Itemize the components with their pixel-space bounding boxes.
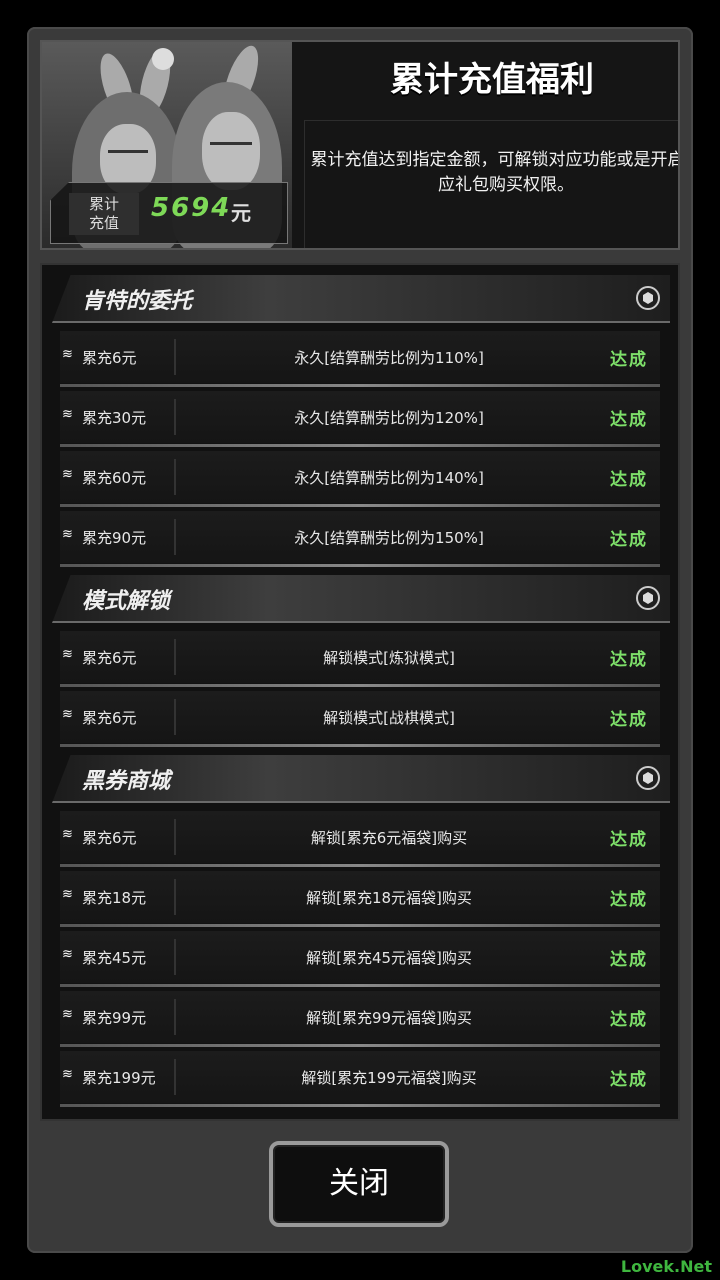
row-description: 永久[结算酬劳比例为140%] [294, 469, 484, 487]
watermark: Lovek.Net [620, 1257, 712, 1276]
section-title: 模式解锁 [82, 589, 171, 614]
row-status: 达成 [610, 1010, 648, 1030]
layers-icon: ≋ [62, 1007, 73, 1022]
row-description: 解锁[累充45元福袋]购买 [306, 949, 472, 967]
section-title: 肯特的委托 [82, 289, 193, 314]
row-amount: 累充6元 [82, 829, 137, 847]
rewards-list[interactable]: 肯特的委托 ≋ 累充6元 永久[结算酬劳比例为110%] 达成 ≋ 累充30元 永久[结算… [40, 263, 680, 1121]
list-item: ≋ 累充45元 解锁[累充45元福袋]购买 达成 [60, 931, 660, 987]
header-banner: 累计 充值 5694 元 累计充值福利 累计充值达到指定金额，可解锁对应功能或是… [40, 40, 680, 250]
total-label-line1: 累计 [88, 195, 119, 213]
row-amount: 累充199元 [82, 1069, 156, 1087]
layers-icon: ≋ [62, 707, 73, 722]
row-description: 永久[结算酬劳比例为110%] [294, 349, 484, 367]
list-item: ≋ 累充99元 解锁[累充99元福袋]购买 达成 [60, 991, 660, 1047]
section-header-black-voucher-shop: 黑券商城 [52, 755, 670, 803]
row-status: 达成 [610, 950, 648, 970]
list-item: ≋ 累充6元 解锁模式[战棋模式] 达成 [60, 691, 660, 747]
row-amount: 累充99元 [82, 1009, 147, 1027]
row-status: 达成 [610, 650, 648, 670]
total-label-line2: 充值 [88, 214, 119, 232]
list-item: ≋ 累充6元 解锁[累充6元福袋]购买 达成 [60, 811, 660, 867]
total-recharge-unit: 元 [231, 201, 251, 225]
row-description: 解锁[累充6元福袋]购买 [310, 829, 468, 847]
close-button[interactable]: 关闭 [269, 1141, 449, 1227]
section-header-mode-unlock: 模式解锁 [52, 575, 670, 623]
section-title: 黑券商城 [82, 769, 171, 794]
row-description: 永久[结算酬劳比例为150%] [294, 529, 484, 547]
row-amount: 累充18元 [82, 889, 147, 907]
total-recharge-value: 5694 [151, 193, 232, 223]
list-item: ≋ 累充6元 解锁模式[炼狱模式] 达成 [60, 631, 660, 687]
row-status: 达成 [610, 890, 648, 910]
character-art: 累计 充值 5694 元 [42, 42, 292, 248]
character-left-eyes [108, 150, 148, 159]
row-status: 达成 [610, 350, 648, 370]
page-description: 累计充值达到指定金额，可解锁对应功能或是开启对应礼包购买权限。 [310, 150, 680, 195]
layers-icon: ≋ [62, 407, 73, 422]
row-description: 解锁[累充18元福袋]购买 [306, 889, 472, 907]
row-amount: 累充45元 [82, 949, 147, 967]
total-label: 累计 充值 [69, 193, 139, 235]
row-amount: 累充6元 [82, 709, 137, 727]
layers-icon: ≋ [62, 527, 73, 542]
list-item: ≋ 累充60元 永久[结算酬劳比例为140%] 达成 [60, 451, 660, 507]
row-description: 解锁[累充199元福袋]购买 [301, 1069, 477, 1087]
row-amount: 累充90元 [82, 529, 147, 547]
layers-icon: ≋ [62, 467, 73, 482]
hat-pompom [152, 48, 174, 70]
hexagon-icon [636, 766, 660, 790]
row-amount: 累充30元 [82, 409, 147, 427]
row-status: 达成 [610, 530, 648, 550]
list-item: ≋ 累充18元 解锁[累充18元福袋]购买 达成 [60, 871, 660, 927]
list-item: ≋ 累充30元 永久[结算酬劳比例为120%] 达成 [60, 391, 660, 447]
row-status: 达成 [610, 470, 648, 490]
list-item: ≋ 累充199元 解锁[累充199元福袋]购买 达成 [60, 1051, 660, 1107]
row-status: 达成 [610, 1070, 648, 1090]
row-amount: 累充6元 [82, 649, 137, 667]
row-status: 达成 [610, 410, 648, 430]
row-description: 解锁模式[炼狱模式] [323, 649, 455, 667]
section-header-kent: 肯特的委托 [52, 275, 670, 323]
layers-icon: ≋ [62, 947, 73, 962]
character-right-face [202, 112, 260, 190]
layers-icon: ≋ [62, 827, 73, 842]
row-description: 解锁模式[战棋模式] [323, 709, 455, 727]
layers-icon: ≋ [62, 1067, 73, 1082]
row-description: 永久[结算酬劳比例为120%] [294, 409, 484, 427]
character-right-eyes [210, 142, 252, 151]
total-recharge-box: 累计 充值 5694 元 [50, 182, 288, 244]
row-status: 达成 [610, 710, 648, 730]
row-amount: 累充6元 [82, 349, 137, 367]
layers-icon: ≋ [62, 647, 73, 662]
row-description: 解锁[累充99元福袋]购买 [306, 1009, 472, 1027]
layers-icon: ≋ [62, 347, 73, 362]
list-item: ≋ 累充90元 永久[结算酬劳比例为150%] 达成 [60, 511, 660, 567]
row-status: 达成 [610, 830, 648, 850]
page-title: 累计充值福利 [390, 60, 594, 100]
row-amount: 累充60元 [82, 469, 147, 487]
list-item: ≋ 累充6元 永久[结算酬劳比例为110%] 达成 [60, 331, 660, 387]
layers-icon: ≋ [62, 887, 73, 902]
hexagon-icon [636, 586, 660, 610]
hexagon-icon [636, 286, 660, 310]
